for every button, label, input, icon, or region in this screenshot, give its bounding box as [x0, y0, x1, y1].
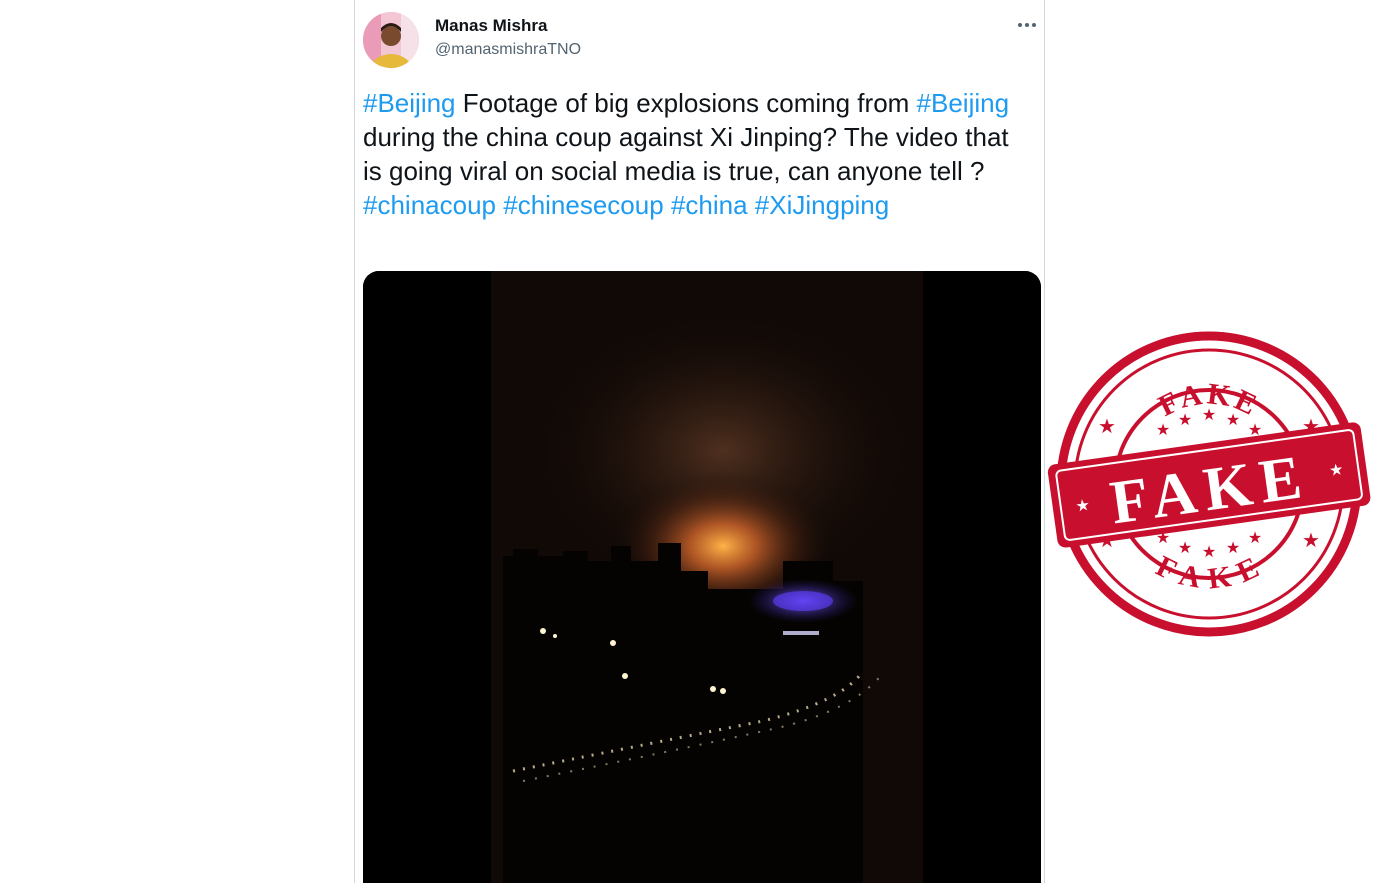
svg-text:★: ★: [1156, 420, 1170, 439]
svg-text:★: ★: [1202, 542, 1216, 561]
tweet-text: #Beijing Footage of big explosions comin…: [363, 86, 1033, 222]
svg-text:★: ★: [1074, 495, 1091, 516]
svg-text:★: ★: [1328, 459, 1345, 480]
author-handle[interactable]: @manasmishraTNO: [435, 41, 581, 59]
svg-text:★: ★: [1302, 528, 1320, 552]
tweet-text-segment: during the china coup against Xi Jinping…: [363, 122, 1009, 186]
tweet-text-segment: [748, 190, 755, 220]
hashtag-link[interactable]: #china: [671, 190, 748, 220]
avatar[interactable]: [363, 12, 419, 68]
hashtag-link[interactable]: #chinacoup: [363, 190, 496, 220]
hashtag-link[interactable]: #Beijing: [363, 88, 456, 118]
hashtag-link[interactable]: #XiJingping: [755, 190, 889, 220]
fake-stamp: FAKE FAKE ★ ★ ★ ★ ★ ★ ★ ★ ★ ★ ★ ★ ★ ★ FA…: [1045, 325, 1373, 643]
author-display-name[interactable]: Manas Mishra: [435, 16, 547, 36]
tweet-text-segment: [664, 190, 671, 220]
hashtag-link[interactable]: #Beijing: [917, 88, 1010, 118]
svg-text:★: ★: [1248, 528, 1262, 547]
video-thumbnail: [363, 271, 1041, 883]
svg-text:★: ★: [1202, 405, 1216, 424]
video-media[interactable]: [363, 271, 1041, 883]
more-horizontal-icon[interactable]: [1016, 14, 1038, 36]
hashtag-link[interactable]: #chinesecoup: [503, 190, 663, 220]
svg-text:★: ★: [1098, 414, 1116, 438]
tweet-card: Manas Mishra @manasmishraTNO #Beijing Fo…: [354, 0, 1045, 883]
svg-text:★: ★: [1178, 538, 1192, 557]
tweet-text-segment: Footage of big explosions coming from: [455, 88, 917, 118]
svg-text:★: ★: [1226, 410, 1240, 429]
svg-text:★: ★: [1178, 410, 1192, 429]
svg-text:★: ★: [1226, 538, 1240, 557]
